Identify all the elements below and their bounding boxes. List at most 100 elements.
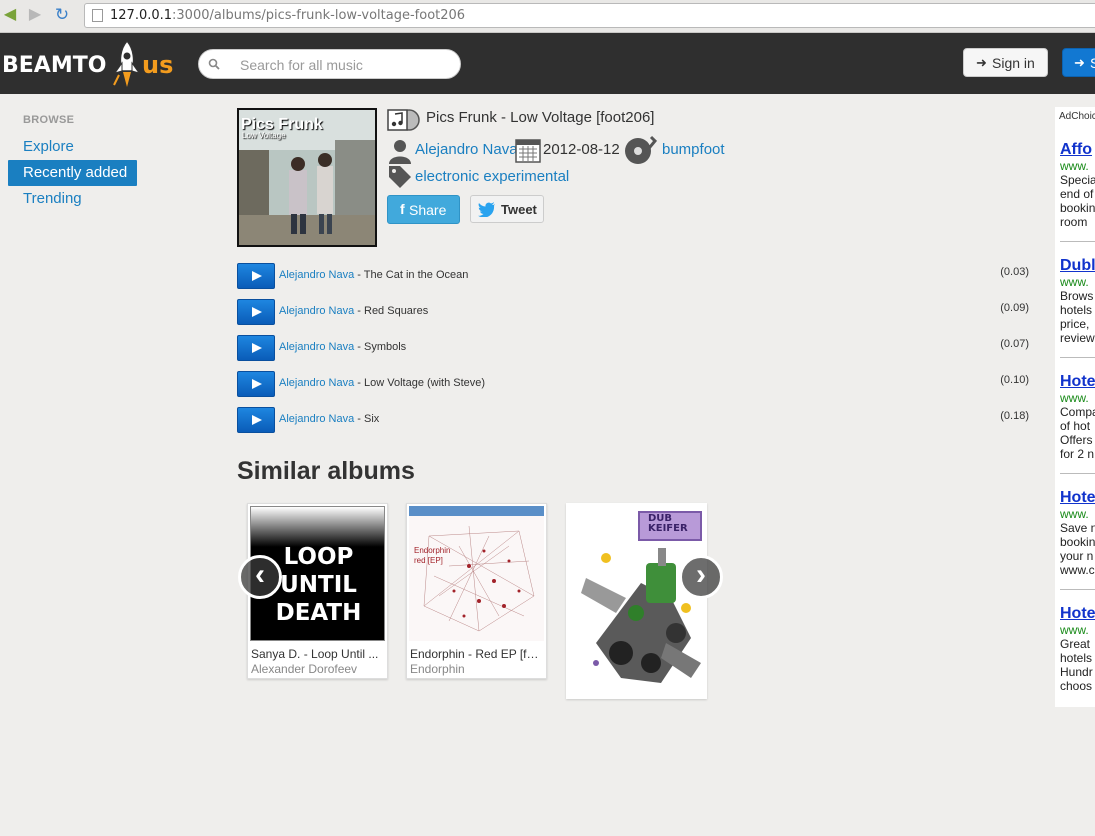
sign-up-icon: ➜ bbox=[1074, 55, 1085, 70]
ad-body-line: your n bbox=[1060, 549, 1094, 563]
carousel-next-button[interactable]: › bbox=[679, 555, 723, 599]
track-title: Alejandro Nava - Low Voltage (with Steve… bbox=[279, 377, 486, 389]
chevron-left-icon: ‹ bbox=[255, 558, 265, 591]
address-bar[interactable]: 127.0.0.1:3000/albums/pics-frunk-low-vol… bbox=[84, 3, 1095, 28]
carousel-prev-button[interactable]: ‹ bbox=[238, 555, 282, 599]
reload-icon[interactable]: ↻ bbox=[52, 6, 72, 24]
track-artist-link[interactable]: Alejandro Nava bbox=[279, 269, 354, 281]
ad-body-line: end of bbox=[1060, 187, 1094, 201]
ad-url: www. bbox=[1060, 159, 1089, 173]
facebook-icon: f bbox=[400, 201, 405, 217]
browser-toolbar: ◀ ▶ ↻ 127.0.0.1:3000/albums/pics-frunk-l… bbox=[0, 0, 1095, 33]
play-button[interactable] bbox=[237, 299, 275, 325]
facebook-share-button[interactable]: f Share bbox=[387, 195, 460, 224]
sidebar-item-recently-added[interactable]: Recently added bbox=[8, 160, 137, 186]
similar-album-card[interactable]: Endorphin red [EP] Endorphin - Red EP [f… bbox=[406, 503, 547, 679]
track-row: Alejandro Nava - Low Voltage (with Steve… bbox=[237, 371, 1032, 397]
album-date: 2012-08-12 bbox=[543, 141, 620, 158]
similar-album-card[interactable]: DUB KEIFER bbox=[566, 503, 707, 699]
site-logo[interactable]: BEAMTO us bbox=[2, 39, 182, 91]
similar-album-artist[interactable]: Alexander Dorofeev bbox=[251, 662, 357, 676]
album-artist-link[interactable]: Alejandro Nava bbox=[415, 141, 518, 158]
url-host: 127.0.0.1 bbox=[110, 8, 173, 23]
ad-item[interactable]: Hote www. Great hotels Hundr choos bbox=[1060, 604, 1095, 693]
track-title: Alejandro Nava - Red Squares bbox=[279, 305, 429, 317]
page-icon bbox=[92, 9, 103, 22]
play-button[interactable] bbox=[237, 407, 275, 433]
search-icon bbox=[208, 58, 220, 70]
calendar-icon bbox=[515, 139, 541, 163]
search-input[interactable]: Search for all music bbox=[198, 49, 461, 79]
twitter-icon bbox=[478, 202, 495, 217]
site-header: BEAMTO us Search for all music ➜ Sign in… bbox=[0, 33, 1095, 94]
search-placeholder: Search for all music bbox=[240, 57, 363, 73]
ad-body-line: Offers bbox=[1060, 433, 1093, 447]
track-artist-link[interactable]: Alejandro Nava bbox=[279, 305, 354, 317]
ad-body-line: Save n bbox=[1060, 521, 1095, 535]
album-tags-link[interactable]: electronic experimental bbox=[415, 168, 569, 185]
ad-body-line: bookin bbox=[1060, 201, 1095, 215]
back-arrow-icon[interactable]: ◀ bbox=[0, 6, 20, 24]
track-row: Alejandro Nava - Symbols (0.07) bbox=[237, 335, 1032, 361]
track-duration: (0.07) bbox=[1000, 338, 1029, 350]
ad-item[interactable]: Hote www. Save n bookin your n www.c bbox=[1060, 488, 1095, 577]
ad-body-line: Compa bbox=[1060, 405, 1095, 419]
ad-divider bbox=[1060, 357, 1095, 358]
track-artist-link[interactable]: Alejandro Nava bbox=[279, 377, 354, 389]
ad-title[interactable]: Hote bbox=[1060, 604, 1095, 623]
forward-arrow-icon[interactable]: ▶ bbox=[25, 6, 45, 24]
sidebar-item-trending[interactable]: Trending bbox=[8, 186, 137, 212]
ad-choices-label[interactable]: AdChoices bbox=[1059, 111, 1095, 122]
sign-in-icon: ➜ bbox=[976, 55, 987, 70]
track-duration: (0.10) bbox=[1000, 374, 1029, 386]
ad-body-line: Brows bbox=[1060, 289, 1094, 303]
cover-text-line: red [EP] bbox=[414, 556, 443, 565]
track-row: Alejandro Nava - Six (0.18) bbox=[237, 407, 1032, 433]
track-row: Alejandro Nava - The Cat in the Ocean (0… bbox=[237, 263, 1032, 289]
ad-title[interactable]: Hote bbox=[1060, 488, 1095, 507]
sign-in-button[interactable]: ➜ Sign in bbox=[963, 48, 1048, 77]
ad-url: www. bbox=[1060, 391, 1089, 405]
play-button[interactable] bbox=[237, 263, 275, 289]
ad-divider bbox=[1060, 589, 1095, 590]
ad-divider bbox=[1060, 241, 1095, 242]
tweet-label: Tweet bbox=[501, 202, 537, 217]
cover-text-line: KEIFER bbox=[648, 523, 688, 534]
ad-item[interactable]: Hote www. Compa of hot Offers for 2 n bbox=[1060, 372, 1095, 461]
sign-up-label: S bbox=[1090, 55, 1095, 71]
play-button[interactable] bbox=[237, 371, 275, 397]
ad-url: www. bbox=[1060, 623, 1089, 637]
ad-item[interactable]: Affo www. Specia end of bookin room bbox=[1060, 140, 1095, 229]
track-artist-link[interactable]: Alejandro Nava bbox=[279, 341, 354, 353]
ad-body-line: www.c bbox=[1060, 563, 1095, 577]
ad-url: www. bbox=[1060, 275, 1089, 289]
ad-title[interactable]: Affo bbox=[1060, 140, 1095, 159]
track-artist-link[interactable]: Alejandro Nava bbox=[279, 413, 354, 425]
sign-in-label: Sign in bbox=[992, 55, 1035, 71]
similar-album-artist[interactable]: Endorphin bbox=[410, 662, 465, 676]
url-text: 127.0.0.1:3000/albums/pics-frunk-low-vol… bbox=[110, 8, 465, 23]
chevron-right-icon: › bbox=[696, 558, 706, 591]
similar-album-title[interactable]: Endorphin - Red EP [fo... bbox=[410, 647, 543, 661]
cover-text-line: DEATH bbox=[275, 600, 362, 626]
tweet-button[interactable]: Tweet bbox=[470, 195, 544, 223]
track-row: Alejandro Nava - Red Squares (0.09) bbox=[237, 299, 1032, 325]
ad-panel: AdChoices Affo www. Specia end of bookin… bbox=[1055, 107, 1095, 707]
browse-heading: BROWSE bbox=[23, 114, 75, 126]
cover-text-line: Endorphin bbox=[414, 546, 451, 555]
track-name: The Cat in the Ocean bbox=[363, 269, 469, 281]
track-name: Red Squares bbox=[364, 305, 429, 317]
ad-item[interactable]: Dubl www. Brows hotels price, review bbox=[1060, 256, 1095, 345]
album-cover-thumbnail: DUB KEIFER bbox=[566, 503, 707, 699]
ad-title[interactable]: Hote bbox=[1060, 372, 1095, 391]
sidebar-item-explore[interactable]: Explore bbox=[8, 134, 137, 160]
track-duration: (0.09) bbox=[1000, 302, 1029, 314]
album-cover-thumbnail: Endorphin red [EP] bbox=[409, 506, 544, 641]
record-label-link[interactable]: bumpfoot bbox=[662, 141, 725, 158]
play-button[interactable] bbox=[237, 335, 275, 361]
track-title: Alejandro Nava - Six bbox=[279, 413, 380, 425]
sign-up-button[interactable]: ➜ S bbox=[1062, 48, 1095, 77]
track-name: Low Voltage (with Steve) bbox=[364, 377, 486, 389]
similar-album-title[interactable]: Sanya D. - Loop Until ... bbox=[251, 647, 384, 661]
ad-title[interactable]: Dubl bbox=[1060, 256, 1095, 275]
